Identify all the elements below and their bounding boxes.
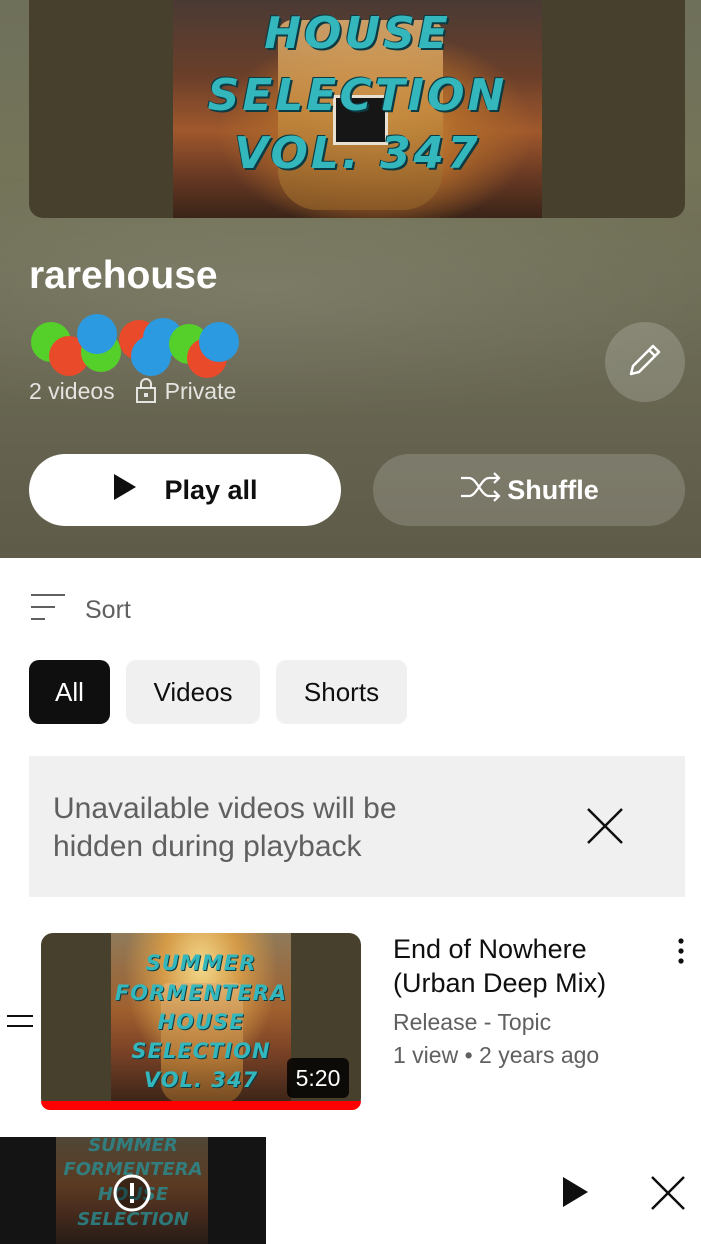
playlist-cover[interactable]: HOUSE SELECTION VOL. 347: [29, 0, 685, 218]
thumbnail-text-line: FORMENTERA: [114, 981, 288, 1005]
filter-chip-videos[interactable]: Videos: [126, 660, 260, 724]
edit-playlist-button[interactable]: [605, 322, 685, 402]
playlist-meta: 2 videos Private: [29, 376, 236, 406]
more-vert-icon[interactable]: [668, 937, 694, 967]
notice-close-button[interactable]: [585, 806, 625, 846]
unavailable-videos-notice: Unavailable videos will be hidden during…: [29, 756, 685, 897]
video-stats: 1 view • 2 years ago: [393, 1042, 600, 1068]
thumbnail-text-line: VOL. 347: [143, 1068, 259, 1092]
mini-player[interactable]: SUMMER FORMENTERA HOUSE SELECTION: [0, 1137, 701, 1244]
sort-icon: [29, 592, 85, 629]
watch-progress-bar: [41, 1101, 361, 1110]
shuffle-button[interactable]: Shuffle: [373, 454, 685, 526]
thumbnail-text-line: HOUSE: [157, 1010, 245, 1034]
sort-button[interactable]: Sort: [29, 588, 131, 632]
lock-icon: [135, 378, 157, 404]
filter-chip-all[interactable]: All: [29, 660, 110, 724]
mini-close-button[interactable]: [650, 1175, 686, 1211]
redaction-dot: [199, 322, 239, 362]
cover-text-line: HOUSE: [264, 8, 451, 59]
shuffle-label: Shuffle: [507, 474, 599, 505]
video-channel: Release - Topic: [393, 1009, 552, 1035]
mini-player-thumbnail[interactable]: SUMMER FORMENTERA HOUSE SELECTION: [0, 1137, 266, 1244]
redaction-dot: [131, 336, 171, 376]
thumbnail-text-line: SELECTION: [131, 1039, 271, 1063]
privacy-status: Private: [164, 377, 237, 404]
video-duration-badge: 5:20: [287, 1058, 349, 1098]
playlist-title: rarehouse: [29, 254, 218, 297]
redaction-dot: [77, 314, 117, 354]
thumbnail-artwork: SUMMER FORMENTERA HOUSE SELECTION VOL. 3…: [111, 933, 291, 1103]
cover-text-line: VOL. 347: [234, 128, 481, 179]
alert-circle-icon: [112, 1173, 152, 1213]
mini-thumbnail-text-line: SUMMER: [88, 1137, 178, 1156]
cover-artwork: HOUSE SELECTION VOL. 347: [173, 0, 542, 218]
sort-label: Sort: [85, 595, 131, 624]
play-all-label: Play all: [164, 474, 258, 505]
mini-play-button[interactable]: [560, 1175, 590, 1209]
pencil-icon: [625, 340, 665, 385]
cover-text-line: SELECTION: [207, 70, 508, 121]
play-icon: [560, 1177, 590, 1213]
playlist-header: HOUSE SELECTION VOL. 347 rarehouse 2 vid…: [0, 0, 701, 558]
video-count: 2 videos: [29, 377, 115, 404]
filter-chip-shorts[interactable]: Shorts: [276, 660, 407, 724]
owner-avatar-redacted[interactable]: [29, 314, 259, 380]
close-icon: [650, 1176, 686, 1215]
close-icon: [585, 808, 625, 850]
play-all-button[interactable]: Play all: [29, 454, 341, 526]
shuffle-icon: [459, 470, 507, 511]
play-icon: [112, 473, 164, 508]
notice-text: Unavailable videos will be hidden during…: [53, 792, 397, 863]
drag-handle-icon[interactable]: [7, 1012, 33, 1030]
video-title[interactable]: End of Nowhere (Urban Deep Mix): [393, 932, 643, 1000]
thumbnail-text-line: SUMMER: [145, 951, 257, 975]
